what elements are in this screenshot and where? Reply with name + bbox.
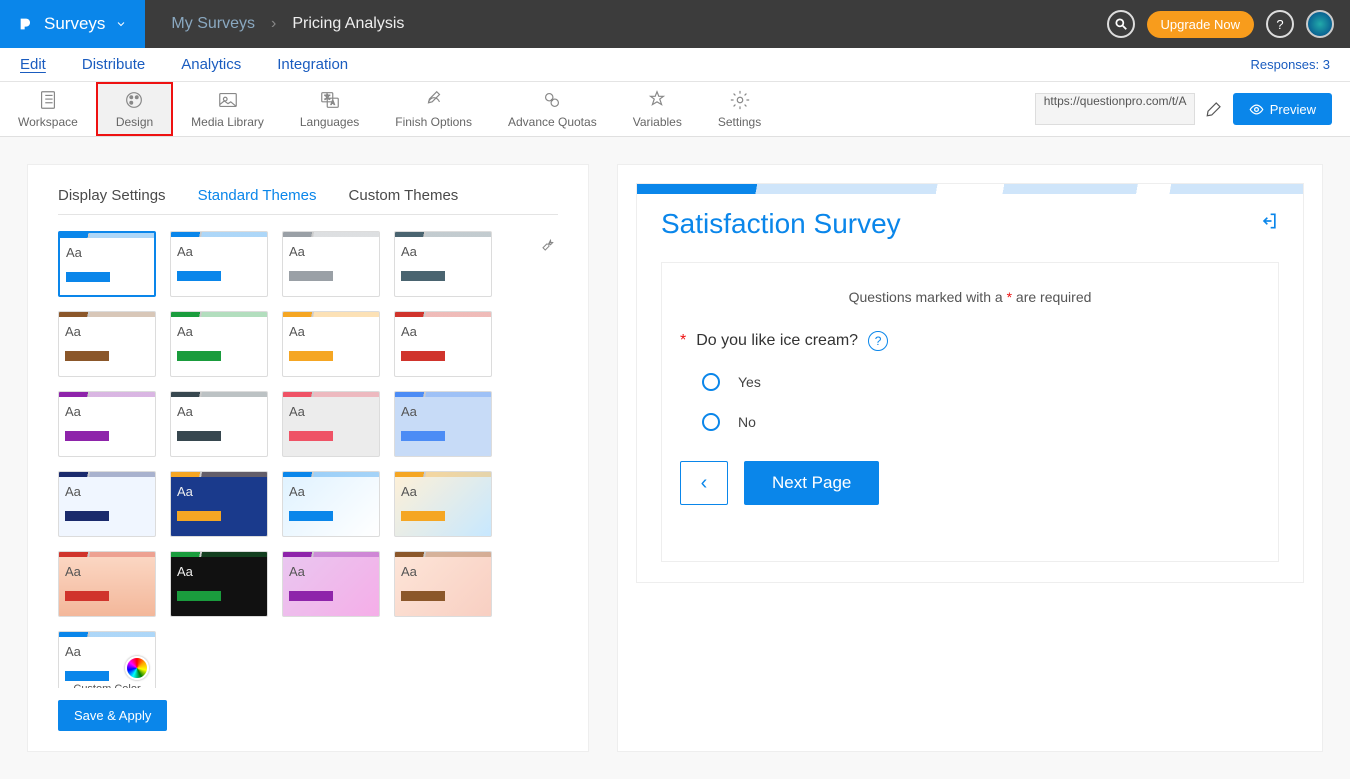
theme-swatch[interactable]: Aa xyxy=(282,231,380,297)
chevron-right-icon: › xyxy=(271,15,276,33)
search-icon[interactable] xyxy=(1107,10,1135,38)
svg-text:A: A xyxy=(330,101,334,107)
preview-button[interactable]: Preview xyxy=(1233,93,1332,125)
theme-swatch[interactable]: Aa xyxy=(58,391,156,457)
breadcrumb-current: Pricing Analysis xyxy=(292,15,404,33)
top-header: Surveys My Surveys › Pricing Analysis Up… xyxy=(0,0,1350,48)
tool-finish-options[interactable]: Finish Options xyxy=(377,82,490,136)
exit-survey-icon[interactable] xyxy=(1259,211,1279,237)
eye-icon xyxy=(1249,102,1264,117)
theme-swatch[interactable]: Aa xyxy=(170,551,268,617)
answer-option[interactable]: No xyxy=(702,413,1260,431)
tab-custom-themes[interactable]: Custom Themes xyxy=(349,187,459,204)
radio-icon xyxy=(702,373,720,391)
subnav-analytics[interactable]: Analytics xyxy=(181,56,241,73)
required-note: Questions marked with a * are required xyxy=(680,289,1260,305)
tool-advance-quotas[interactable]: Advance Quotas xyxy=(490,82,615,136)
answer-option[interactable]: Yes xyxy=(702,373,1260,391)
survey-card: Questions marked with a * are required *… xyxy=(661,262,1279,562)
theme-swatch[interactable]: Aa xyxy=(58,551,156,617)
theme-grid: AaAaAaAaAaAaAaAaAaAaAaAaAaAaAaAaAaAaAaAa… xyxy=(58,231,558,688)
survey-canvas: Satisfaction Survey Questions marked wit… xyxy=(636,183,1304,583)
theme-swatch[interactable]: Aa xyxy=(282,311,380,377)
responses-count[interactable]: Responses: 3 xyxy=(1251,57,1331,72)
theme-swatch[interactable]: Aa xyxy=(394,311,492,377)
survey-title: Satisfaction Survey xyxy=(661,208,901,240)
tab-standard-themes[interactable]: Standard Themes xyxy=(198,187,317,204)
svg-text:文: 文 xyxy=(324,93,330,101)
required-asterisk: * xyxy=(680,332,686,350)
theme-swatch[interactable]: Aa xyxy=(394,471,492,537)
theme-swatch[interactable]: Aa xyxy=(58,311,156,377)
question-text: Do you like ice cream? xyxy=(696,332,858,350)
preview-panel: Satisfaction Survey Questions marked wit… xyxy=(618,165,1322,751)
radio-icon xyxy=(702,413,720,431)
theme-swatch[interactable]: Aa xyxy=(394,231,492,297)
theme-custom-color[interactable]: AaCustom Color xyxy=(58,631,156,688)
tool-workspace[interactable]: Workspace xyxy=(0,82,96,136)
breadcrumb: My Surveys › Pricing Analysis xyxy=(171,15,404,33)
prev-page-button[interactable]: ‹ xyxy=(680,461,728,505)
question-row: * Do you like ice cream? ? xyxy=(680,331,1260,351)
answer-options: Yes No xyxy=(702,373,1260,431)
theme-swatch[interactable]: Aa xyxy=(170,311,268,377)
tool-settings[interactable]: Settings xyxy=(700,82,779,136)
tab-display-settings[interactable]: Display Settings xyxy=(58,187,166,204)
header-actions: Upgrade Now ? xyxy=(1107,10,1350,38)
theme-swatch[interactable]: Aa xyxy=(394,391,492,457)
survey-url-display[interactable]: https://questionpro.com/t/A xyxy=(1035,93,1195,125)
survey-header-stripe xyxy=(637,184,1303,194)
tool-media-library[interactable]: Media Library xyxy=(173,82,282,136)
tool-languages[interactable]: 文ALanguages xyxy=(282,82,377,136)
upgrade-button[interactable]: Upgrade Now xyxy=(1147,11,1255,38)
brand-label: Surveys xyxy=(44,14,105,34)
breadcrumb-root[interactable]: My Surveys xyxy=(171,15,255,33)
theme-tabs: Display Settings Standard Themes Custom … xyxy=(58,177,558,215)
theme-swatch[interactable]: Aa xyxy=(170,471,268,537)
editor-toolbar: Workspace Design Media Library 文ALanguag… xyxy=(0,82,1350,137)
edit-url-icon[interactable] xyxy=(1205,100,1223,118)
chevron-down-icon xyxy=(115,18,127,30)
theme-swatch[interactable]: Aa xyxy=(58,231,156,297)
question-help-icon[interactable]: ? xyxy=(868,331,888,351)
tool-design[interactable]: Design xyxy=(96,82,173,136)
theme-swatch[interactable]: Aa xyxy=(282,391,380,457)
subnav-integration[interactable]: Integration xyxy=(277,56,348,73)
theme-swatch[interactable]: Aa xyxy=(394,551,492,617)
help-icon[interactable]: ? xyxy=(1266,10,1294,38)
theme-swatch[interactable]: Aa xyxy=(282,551,380,617)
color-wheel-icon xyxy=(125,656,149,680)
theme-swatch[interactable]: Aa xyxy=(170,231,268,297)
subnav-distribute[interactable]: Distribute xyxy=(82,56,145,73)
theme-swatch[interactable]: Aa xyxy=(58,471,156,537)
tool-variables[interactable]: Variables xyxy=(615,82,700,136)
next-page-button[interactable]: Next Page xyxy=(744,461,879,505)
content: Display Settings Standard Themes Custom … xyxy=(0,137,1350,779)
user-avatar[interactable] xyxy=(1306,10,1334,38)
logo-icon xyxy=(18,16,34,32)
wrench-icon[interactable] xyxy=(540,235,558,253)
save-apply-button[interactable]: Save & Apply xyxy=(58,700,167,731)
primary-subnav: Edit Distribute Analytics Integration Re… xyxy=(0,48,1350,82)
theme-panel: Display Settings Standard Themes Custom … xyxy=(28,165,588,751)
theme-swatch[interactable]: Aa xyxy=(170,391,268,457)
app-brand[interactable]: Surveys xyxy=(0,0,145,48)
theme-swatch[interactable]: Aa xyxy=(282,471,380,537)
subnav-edit[interactable]: Edit xyxy=(20,56,46,73)
